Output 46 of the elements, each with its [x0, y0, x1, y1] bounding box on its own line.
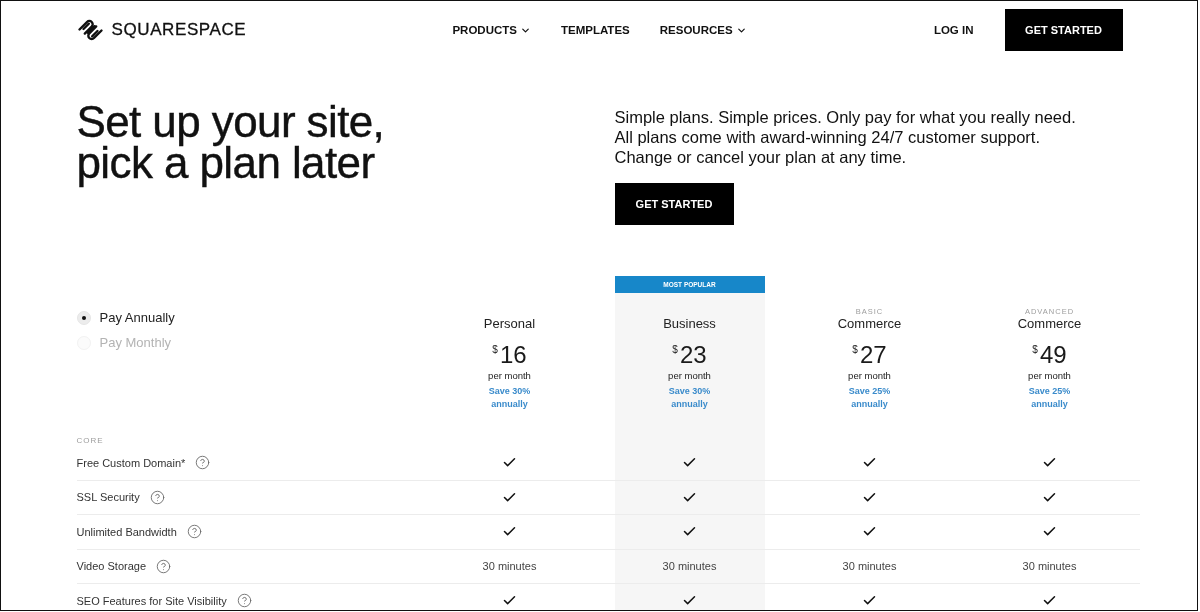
feature-label: Free Custom Domain* [76, 456, 186, 469]
plan-name: Commerce [837, 317, 902, 331]
nav-link[interactable]: PRODUCTS [452, 24, 531, 37]
plan-name: Personal [483, 317, 536, 331]
plan-name: Commerce [1017, 317, 1082, 331]
feature-label: Unlimited Bandwidth [76, 525, 177, 538]
currency-symbol: $ [1032, 344, 1038, 356]
feature-value: 30 minutes [1022, 560, 1077, 573]
plan-price: 16 [499, 342, 527, 368]
price-period: per month [848, 370, 891, 382]
plan-price: 23 [679, 342, 707, 368]
currency-symbol: $ [492, 344, 498, 356]
price-period: per month [1028, 370, 1071, 382]
plan-price: 27 [859, 342, 887, 368]
help-icon[interactable] [195, 455, 211, 471]
savings-note: Save 25% annually [1028, 385, 1071, 411]
feature-value: 30 minutes [842, 560, 897, 573]
nav-link[interactable]: TEMPLATES [560, 24, 630, 37]
currency-symbol: $ [852, 344, 858, 356]
feature-value: 30 minutes [662, 560, 717, 573]
feature-label: SSL Security [76, 491, 140, 504]
feature-value: 30 minutes [482, 560, 537, 573]
savings-note: Save 30% annually [668, 385, 711, 411]
radio-button[interactable] [76, 311, 91, 325]
plan-name: Business [663, 317, 716, 331]
help-icon[interactable] [186, 524, 202, 540]
help-icon[interactable] [236, 593, 252, 609]
currency-symbol: $ [672, 344, 678, 356]
logo-wordmark[interactable]: SQUARESPACE [111, 20, 247, 41]
get-started-button[interactable]: GET STARTED [614, 182, 734, 225]
price-period: per month [668, 370, 711, 382]
plan-price: 49 [1039, 342, 1067, 368]
nav-link[interactable]: RESOURCES [659, 24, 747, 37]
savings-note: Save 30% annually [488, 385, 531, 411]
logo-icon [76, 18, 104, 43]
help-icon[interactable] [149, 489, 165, 505]
help-icon[interactable] [156, 558, 172, 574]
get-started-button[interactable]: GET STARTED [1004, 9, 1123, 52]
price-period: per month [488, 370, 531, 382]
login-link[interactable]: LOG IN [933, 24, 974, 37]
intro-paragraph: Simple plans. Simple prices. Only pay for what you really need. All plans come with award-winning 24/7 customer support. Change or cancel your plan at any time. [614, 106, 1076, 167]
savings-note: Save 25% annually [848, 385, 891, 411]
feature-label: Video Storage [76, 560, 147, 573]
feature-label: SEO Features for Site Visibility [76, 594, 227, 607]
section-label: CORE [76, 435, 104, 445]
billing-option-label[interactable]: Pay Annually [99, 311, 175, 325]
